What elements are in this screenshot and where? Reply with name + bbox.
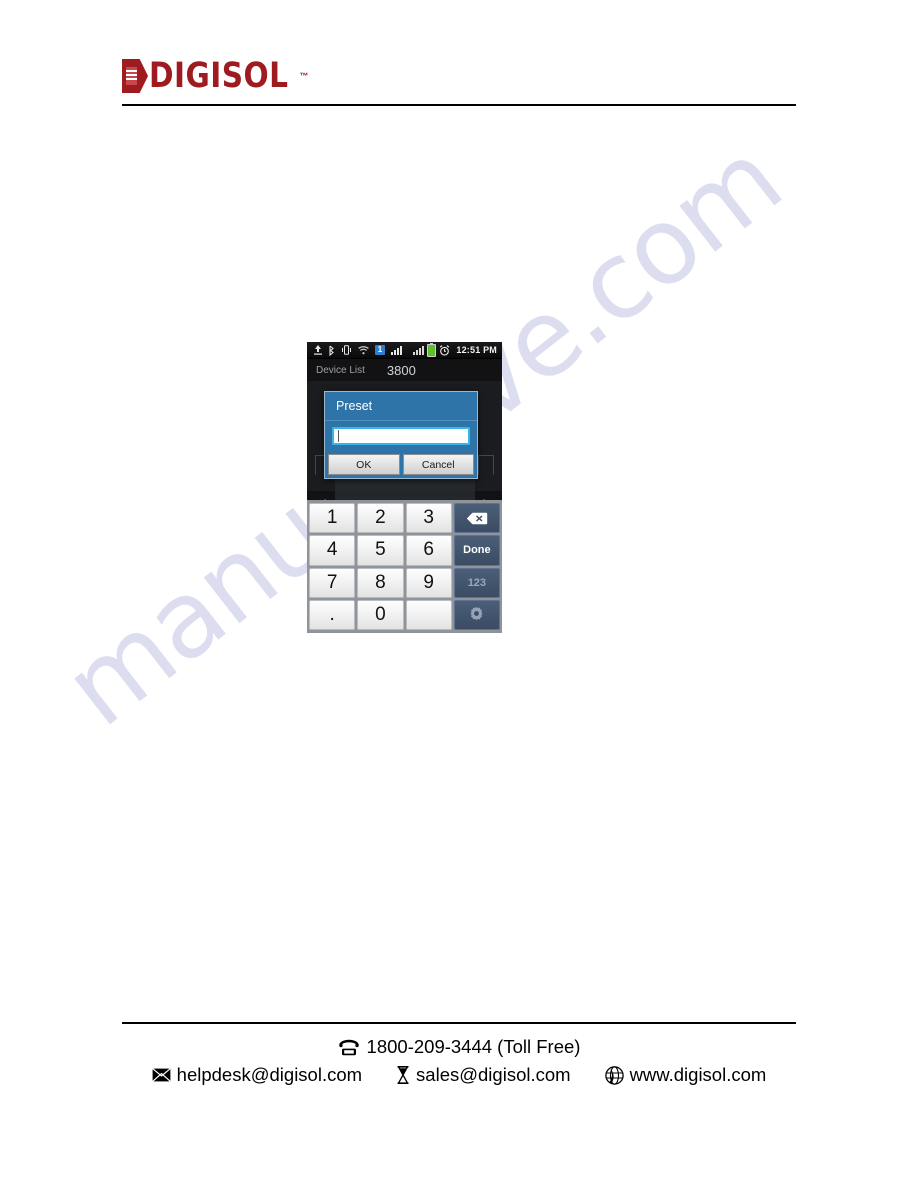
telephone-icon bbox=[338, 1039, 360, 1056]
digisol-trademark: ™ bbox=[299, 71, 309, 81]
ok-button[interactable]: OK bbox=[328, 454, 400, 475]
key-6[interactable]: 6 bbox=[405, 535, 452, 566]
upload-icon bbox=[314, 345, 322, 355]
backspace-key[interactable] bbox=[453, 503, 500, 534]
preset-dialog-buttons: OK Cancel bbox=[325, 452, 477, 478]
settings-key[interactable] bbox=[453, 599, 500, 630]
footer-helpdesk: helpdesk@digisol.com bbox=[151, 1064, 363, 1086]
key-period[interactable]: . bbox=[309, 599, 356, 630]
done-key[interactable]: Done bbox=[453, 535, 500, 566]
bluetooth-icon bbox=[328, 345, 335, 356]
status-bar-clock: 12:51 PM bbox=[456, 345, 497, 355]
footer-sales: sales@digisol.com bbox=[396, 1064, 571, 1086]
app-title-row: Device List 3800 bbox=[307, 359, 502, 381]
document-page: DIGISOL ™ manualslive.com bbox=[0, 0, 918, 1188]
key-0[interactable]: 0 bbox=[357, 599, 404, 630]
key-blank[interactable] bbox=[405, 599, 452, 630]
envelope-icon bbox=[151, 1068, 171, 1082]
preset-input[interactable] bbox=[332, 427, 470, 445]
vibrate-icon bbox=[341, 345, 352, 355]
android-status-bar: 1 12:51 PM bbox=[307, 342, 502, 359]
globe-icon bbox=[604, 1065, 624, 1085]
footer-web: www.digisol.com bbox=[604, 1064, 767, 1086]
preset-dialog: Preset OK Cancel bbox=[324, 391, 478, 479]
hourglass-icon bbox=[396, 1066, 410, 1084]
key-4[interactable]: 4 bbox=[309, 535, 356, 566]
key-9[interactable]: 9 bbox=[405, 567, 452, 598]
alarm-clock-icon bbox=[439, 344, 450, 356]
digisol-logo-mark bbox=[122, 59, 148, 93]
keyboard-row: 1 2 3 bbox=[309, 503, 500, 534]
footer-helpdesk-text: helpdesk@digisol.com bbox=[176, 1064, 363, 1085]
symbols-key[interactable]: 123 bbox=[453, 567, 500, 598]
battery-icon bbox=[427, 342, 437, 357]
key-3[interactable]: 3 bbox=[405, 503, 452, 534]
footer-contact-line: helpdesk@digisol.com sales@digisol.com w… bbox=[0, 1064, 918, 1086]
preset-dialog-title: Preset bbox=[325, 392, 477, 421]
signal-strength-icon bbox=[413, 345, 425, 355]
page-footer: 1800-209-3444 (Toll Free) helpdesk@digis… bbox=[0, 1036, 918, 1086]
signal-bars-icon bbox=[391, 345, 402, 355]
gear-icon bbox=[469, 606, 484, 624]
footer-phone-line: 1800-209-3444 (Toll Free) bbox=[0, 1036, 918, 1058]
numeric-keyboard: 1 2 3 4 5 6 Done 7 8 9 123 . 0 bbox=[307, 500, 502, 633]
device-list-label: Device List bbox=[316, 364, 365, 376]
digisol-logo: DIGISOL ™ bbox=[122, 54, 308, 98]
key-1[interactable]: 1 bbox=[309, 503, 356, 534]
cancel-button[interactable]: Cancel bbox=[402, 454, 474, 475]
footer-sales-text: sales@digisol.com bbox=[416, 1064, 571, 1085]
key-7[interactable]: 7 bbox=[309, 567, 356, 598]
keyboard-row: . 0 bbox=[309, 599, 500, 630]
footer-divider bbox=[122, 1022, 796, 1024]
backspace-icon bbox=[466, 512, 488, 525]
header-divider bbox=[122, 104, 796, 106]
key-5[interactable]: 5 bbox=[357, 535, 404, 566]
footer-phone-text: 1800-209-3444 (Toll Free) bbox=[366, 1036, 581, 1057]
key-2[interactable]: 2 bbox=[357, 503, 404, 534]
device-value: 3800 bbox=[386, 362, 416, 378]
text-caret bbox=[338, 430, 339, 442]
keyboard-row: 7 8 9 123 bbox=[309, 567, 500, 598]
notification-badge: 1 bbox=[375, 345, 385, 355]
key-8[interactable]: 8 bbox=[357, 567, 404, 598]
keyboard-row: 4 5 6 Done bbox=[309, 535, 500, 566]
wifi-icon bbox=[358, 345, 369, 355]
digisol-logo-text: DIGISOL bbox=[149, 56, 289, 96]
footer-web-text: www.digisol.com bbox=[629, 1064, 767, 1085]
